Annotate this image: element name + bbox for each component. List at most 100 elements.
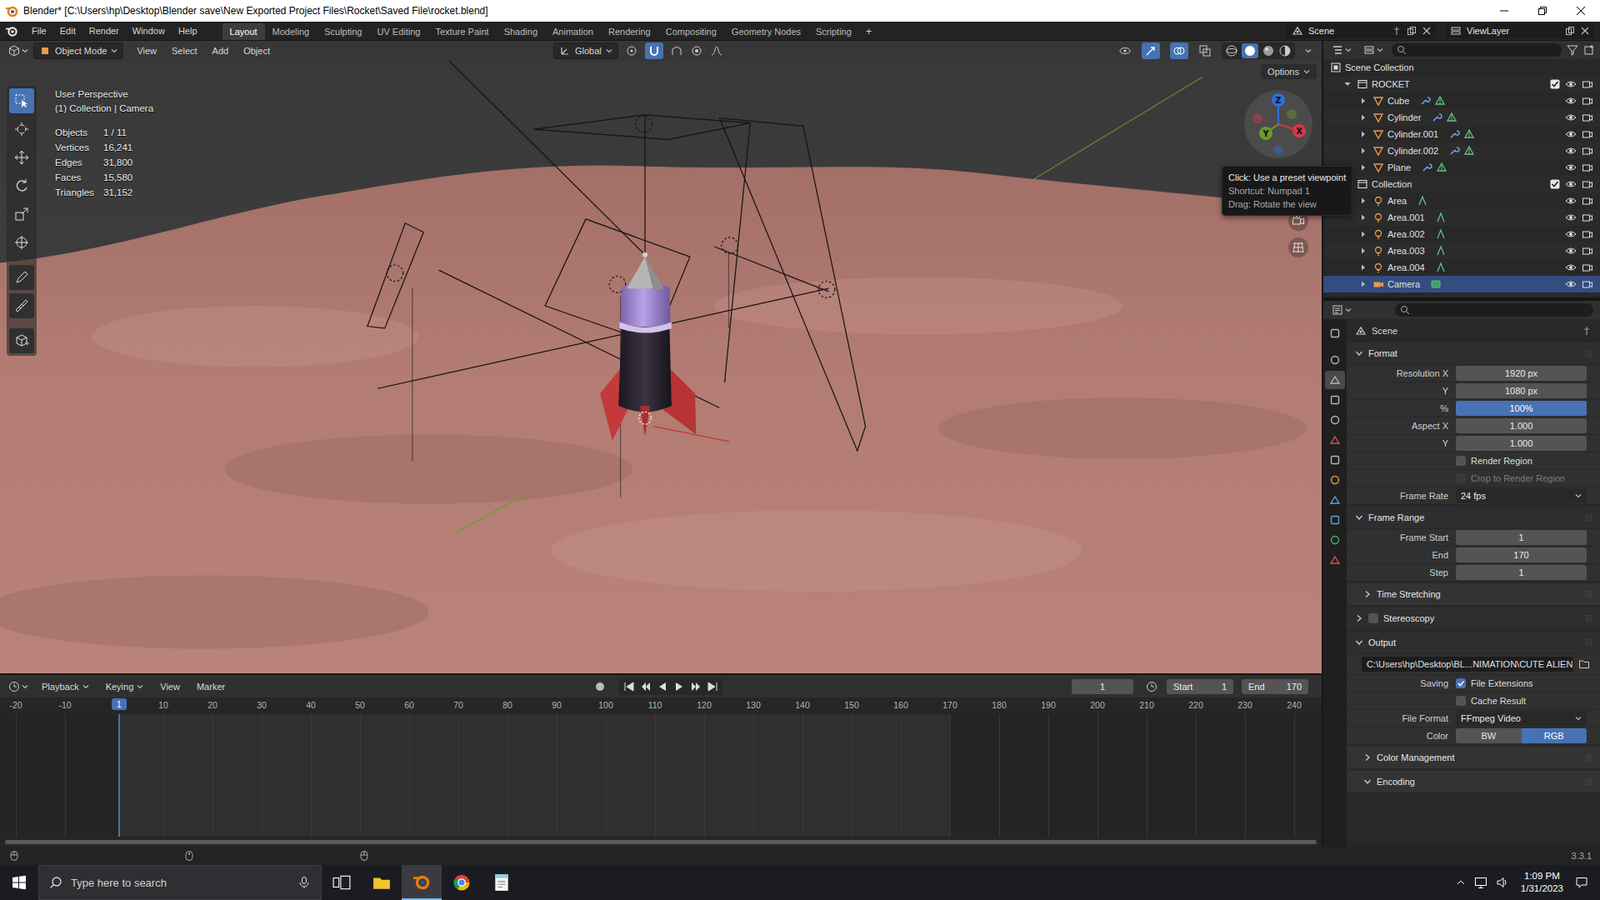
properties-tab[interactable]	[1325, 450, 1345, 470]
clock[interactable]: 1:09 PM1/31/2023	[1517, 870, 1567, 895]
menu-item[interactable]: Edit	[53, 23, 83, 39]
drag-handle-icon[interactable]	[1585, 777, 1594, 786]
outliner-item[interactable]: Collection	[1323, 175, 1600, 193]
timeline-menu[interactable]: Keying	[99, 680, 151, 694]
duplicate-icon[interactable]	[1565, 25, 1575, 36]
number-field[interactable]: 1920 px	[1455, 365, 1587, 381]
render-camera-icon[interactable]	[1581, 111, 1594, 124]
close-button[interactable]	[1561, 0, 1600, 22]
section-title[interactable]: Time Stretching	[1376, 589, 1441, 600]
collapsed-arrow-icon[interactable]	[1359, 130, 1368, 139]
outliner-item[interactable]: Cube	[1323, 92, 1600, 110]
options-button[interactable]: Options	[1260, 64, 1317, 80]
blender-app[interactable]	[401, 865, 442, 900]
collapsed-arrow-icon[interactable]	[1363, 590, 1372, 599]
restore-button[interactable]	[1523, 0, 1562, 22]
collapsed-arrow-icon[interactable]	[1359, 196, 1368, 205]
modifier-wrench-icon[interactable]	[1420, 161, 1433, 174]
mesh-data-icon[interactable]	[1434, 95, 1446, 107]
playhead[interactable]	[118, 714, 120, 837]
gizmo-toggle[interactable]	[1141, 42, 1160, 60]
menu-item[interactable]: Window	[125, 23, 172, 39]
editor-type-button[interactable]	[5, 43, 32, 59]
collapsed-arrow-icon[interactable]	[1359, 163, 1368, 172]
selectability-icon[interactable]	[1118, 44, 1132, 58]
menu-item[interactable]: Render	[82, 23, 126, 39]
next-keyframe-icon[interactable]	[690, 680, 702, 693]
light-data-icon[interactable]	[1416, 195, 1429, 207]
start-frame-field[interactable]: Start1	[1166, 679, 1234, 695]
remove-icon[interactable]	[1421, 25, 1432, 36]
eye-open-icon[interactable]	[1565, 261, 1577, 274]
network-icon[interactable]	[1474, 875, 1488, 890]
render-camera-icon[interactable]	[1581, 78, 1594, 90]
folder-icon[interactable]	[1578, 658, 1590, 670]
section-checkbox[interactable]	[1368, 613, 1379, 624]
task-view-button[interactable]	[321, 865, 362, 900]
outliner-item[interactable]: Area.002	[1323, 225, 1600, 243]
drag-handle-icon[interactable]	[1585, 753, 1594, 762]
remove-icon[interactable]	[1580, 25, 1590, 36]
negative-axis-dot[interactable]	[1252, 113, 1263, 124]
modifier-wrench-icon[interactable]	[1430, 111, 1443, 124]
scene-canvas[interactable]	[0, 60, 1322, 674]
light-data-icon[interactable]	[1435, 228, 1447, 240]
cursor-tool[interactable]	[9, 116, 35, 142]
light-data-icon[interactable]	[1435, 211, 1447, 224]
eye-open-icon[interactable]	[1565, 195, 1577, 207]
drag-handle-icon[interactable]	[1585, 590, 1594, 599]
drag-handle-icon[interactable]	[1585, 513, 1594, 522]
preview-range-icon[interactable]	[1145, 680, 1159, 694]
exclude-checkbox[interactable]	[1550, 79, 1560, 90]
checkbox[interactable]: Render Region	[1455, 455, 1587, 466]
render-camera-icon[interactable]	[1581, 228, 1594, 240]
play-icon[interactable]	[673, 680, 685, 693]
viewport-menu[interactable]: Select	[165, 43, 205, 59]
drag-handle-icon[interactable]	[1585, 614, 1594, 623]
properties-tab[interactable]	[1325, 430, 1345, 450]
drag-handle-icon[interactable]	[1585, 638, 1594, 647]
outliner-item[interactable]: Area	[1323, 192, 1600, 210]
toggle-option[interactable]: RGB	[1521, 728, 1588, 744]
eye-open-icon[interactable]	[1565, 145, 1577, 157]
checkbox[interactable]: Cache Result	[1455, 695, 1587, 706]
expanded-arrow-icon[interactable]	[1355, 513, 1364, 522]
render-camera-icon[interactable]	[1581, 261, 1594, 274]
properties-tab[interactable]	[1325, 324, 1345, 343]
dropdown[interactable]: 24 fps	[1455, 488, 1587, 504]
collapsed-arrow-icon[interactable]	[1359, 96, 1368, 105]
expanded-arrow-icon[interactable]	[1355, 349, 1364, 358]
snap-toggle[interactable]	[645, 42, 664, 60]
navigation-gizmo[interactable]: ZYX	[1243, 89, 1314, 160]
number-field[interactable]: 1.000	[1455, 418, 1587, 434]
section-title[interactable]: Output	[1368, 637, 1396, 648]
collapsed-arrow-icon[interactable]	[1359, 246, 1368, 255]
negative-axis-dot[interactable]	[1286, 109, 1297, 120]
proportional-edit-icon[interactable]	[690, 44, 704, 58]
outliner-item[interactable]: Cylinder.001	[1323, 125, 1600, 143]
collapsed-arrow-icon[interactable]	[1359, 213, 1368, 222]
falloff-icon[interactable]	[710, 44, 724, 58]
start-button[interactable]	[0, 865, 39, 900]
modifier-wrench-icon[interactable]	[1448, 145, 1460, 157]
number-field[interactable]: 1.000	[1455, 435, 1587, 451]
eye-open-icon[interactable]	[1565, 178, 1577, 190]
drag-handle-icon[interactable]	[1585, 349, 1594, 358]
add-workspace-button[interactable]: +	[859, 22, 880, 40]
render-camera-icon[interactable]	[1581, 161, 1594, 174]
eye-open-icon[interactable]	[1565, 111, 1577, 124]
eye-open-icon[interactable]	[1565, 278, 1577, 290]
outliner-item[interactable]: Plane	[1323, 159, 1600, 176]
menu-item[interactable]: File	[25, 23, 54, 39]
blender-menu-icon[interactable]	[5, 24, 19, 38]
outliner-item[interactable]: ROCKET	[1323, 75, 1600, 93]
transform-tool[interactable]	[9, 230, 35, 255]
render-camera-icon[interactable]	[1581, 178, 1594, 190]
outliner-item[interactable]: Camera	[1323, 275, 1600, 293]
light-data-icon[interactable]	[1435, 245, 1447, 257]
percentage-slider[interactable]: 100%	[1455, 400, 1587, 416]
play-reverse-icon[interactable]	[656, 680, 669, 693]
pin-icon[interactable]	[1391, 25, 1402, 36]
jump-start-icon[interactable]	[623, 680, 635, 693]
notifications-icon[interactable]	[1575, 875, 1589, 890]
